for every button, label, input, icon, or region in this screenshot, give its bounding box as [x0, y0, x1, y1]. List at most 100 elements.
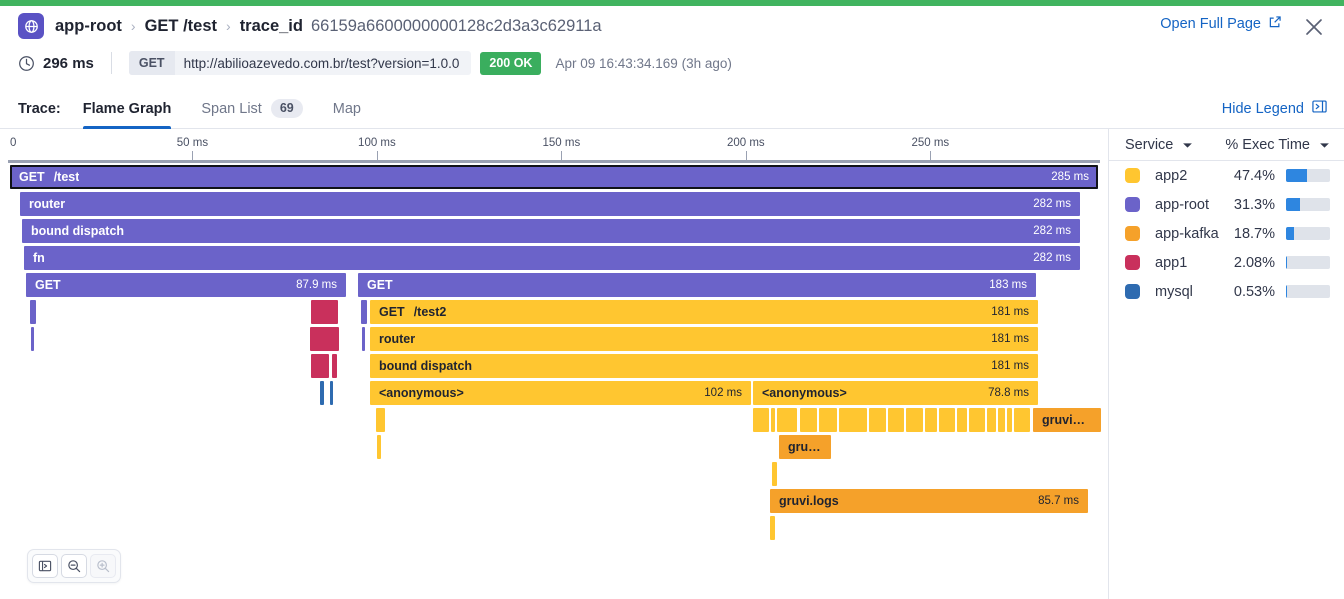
legend-row[interactable]: app-root 31.3%	[1109, 190, 1344, 219]
legend-row[interactable]: mysql 0.53%	[1109, 277, 1344, 306]
open-full-page-label: Open Full Page	[1160, 16, 1261, 32]
legend-col-service[interactable]: Service	[1125, 137, 1173, 153]
breadcrumb-operation[interactable]: GET /test	[145, 17, 217, 36]
chevron-down-icon-exec[interactable]	[1319, 136, 1330, 154]
clock-icon	[18, 55, 35, 72]
flamegraph-span[interactable]	[925, 408, 937, 432]
flamegraph-span[interactable]	[888, 408, 904, 432]
meta-divider	[110, 52, 112, 74]
panel-header: app-root › GET /test › trace_id 66159a66…	[0, 6, 1344, 46]
flamegraph-span[interactable]	[753, 408, 769, 432]
ruler-tick	[930, 151, 932, 160]
fit-to-screen-icon[interactable]	[32, 554, 58, 578]
flamegraph-span[interactable]	[998, 408, 1005, 432]
flamegraph-span[interactable]	[361, 300, 367, 324]
tab-map[interactable]: Map	[333, 88, 361, 129]
chevron-down-icon-service[interactable]	[1182, 136, 1193, 154]
flamegraph-span[interactable]: <anonymous> 102 ms	[370, 381, 751, 405]
flamegraph-span-label: gruvi…	[1042, 413, 1086, 427]
open-full-page-button[interactable]: Open Full Page	[1160, 15, 1282, 33]
flamegraph-span[interactable]	[777, 408, 797, 432]
legend-exec-bar-fill	[1286, 285, 1287, 298]
flamegraph-span[interactable]: gruvi.logs 85.7 ms	[770, 489, 1088, 513]
flamegraph-span[interactable]	[330, 381, 333, 405]
legend-row[interactable]: app-kafka 18.7%	[1109, 219, 1344, 248]
flamegraph-span[interactable]	[772, 462, 777, 486]
flamegraph-span-duration: 87.9 ms	[296, 279, 337, 291]
flamegraph-span[interactable]	[311, 354, 329, 378]
flamegraph-span[interactable]	[30, 300, 36, 324]
flamegraph-span[interactable]: GET/test2 181 ms	[370, 300, 1038, 324]
flamegraph-pane[interactable]: 0 50 ms 100 ms 150 ms 200 ms 250 ms GET/test 2…	[0, 129, 1108, 599]
ruler-tick-label: 250 ms	[911, 137, 950, 149]
legend-exec-bar	[1286, 169, 1330, 182]
legend-row[interactable]: app1 2.08%	[1109, 248, 1344, 277]
flamegraph-span[interactable]: bound dispatch 282 ms	[22, 219, 1080, 243]
flamegraph-span[interactable]	[362, 327, 365, 351]
legend-rows: app2 47.4% app-root 31.3% app-kafka 18.7% app1…	[1109, 161, 1344, 306]
flamegraph-span[interactable]	[311, 300, 338, 324]
flamegraph-span[interactable]: <anonymous> 78.8 ms	[753, 381, 1038, 405]
flamegraph-span[interactable]: fn 282 ms	[24, 246, 1080, 270]
flamegraph-span[interactable]	[987, 408, 996, 432]
tab-span-list[interactable]: Span List 69	[201, 88, 303, 129]
flamegraph-span-duration: 102 ms	[704, 387, 742, 399]
flamegraph-span[interactable]	[1007, 408, 1012, 432]
service-color-swatch	[1125, 168, 1140, 183]
flamegraph-span[interactable]	[771, 408, 775, 432]
legend-exec-percent: 47.4%	[1233, 167, 1275, 184]
flamegraph-span[interactable]: router 282 ms	[20, 192, 1080, 216]
flamegraph-span[interactable]: GET 183 ms	[358, 273, 1036, 297]
flamegraph-span[interactable]	[869, 408, 886, 432]
flamegraph-span[interactable]	[939, 408, 955, 432]
hide-legend-button[interactable]: Hide Legend	[1222, 99, 1327, 118]
flamegraph-span-duration: 282 ms	[1033, 252, 1071, 264]
flamegraph-span[interactable]	[839, 408, 867, 432]
flamegraph-span[interactable]	[957, 408, 967, 432]
flamegraph-span[interactable]: gru…	[779, 435, 831, 459]
status-badge: 200 OK	[480, 51, 542, 75]
flamegraph-span[interactable]: bound dispatch 181 ms	[370, 354, 1038, 378]
flamegraph-span[interactable]: GET/test 285 ms	[10, 165, 1098, 189]
legend-col-exec-time[interactable]: % Exec Time	[1225, 137, 1310, 153]
tab-flame-graph[interactable]: Flame Graph	[82, 88, 171, 129]
time-ruler: 0 50 ms 100 ms 150 ms 200 ms 250 ms	[0, 129, 1108, 163]
breadcrumb-trace-id[interactable]: 66159a6600000000128c2d3a3c62911a	[311, 17, 602, 36]
flamegraph-span[interactable]	[320, 381, 324, 405]
legend-exec-bar	[1286, 227, 1330, 240]
flamegraph-span-duration: 181 ms	[991, 306, 1029, 318]
trace-duration: 296 ms	[43, 54, 94, 72]
collapse-panel-icon	[1312, 99, 1327, 118]
flamegraph-span[interactable]: GET 87.9 ms	[26, 273, 346, 297]
service-color-swatch	[1125, 226, 1140, 241]
flamegraph-span[interactable]: gruvi…	[1033, 408, 1101, 432]
flamegraph-span[interactable]	[31, 327, 34, 351]
zoom-out-icon[interactable]	[61, 554, 87, 578]
flamegraph-span[interactable]	[377, 435, 381, 459]
breadcrumb-separator-2: ›	[226, 18, 231, 34]
flamegraph-bars[interactable]: GET/test 285 ms router 282 ms bound dispatch…	[0, 165, 1108, 599]
legend-exec-bar-fill	[1286, 198, 1300, 211]
flamegraph-span[interactable]	[770, 516, 775, 540]
flamegraph-span[interactable]	[800, 408, 817, 432]
ruler-tick-label: 200 ms	[726, 137, 765, 149]
close-button[interactable]	[1301, 14, 1327, 40]
flamegraph-span[interactable]	[969, 408, 985, 432]
hide-legend-label: Hide Legend	[1221, 100, 1304, 117]
breadcrumb-service[interactable]: app-root	[55, 17, 122, 36]
request-url-box[interactable]: GET http://abilioazevedo.com.br/test?ver…	[128, 51, 472, 75]
flamegraph-span[interactable]: router 181 ms	[370, 327, 1038, 351]
flamegraph-span[interactable]	[819, 408, 837, 432]
flamegraph-span-label: GET	[367, 278, 393, 292]
zoom-in-icon	[90, 554, 116, 578]
breadcrumb-separator-1: ›	[130, 18, 136, 34]
flamegraph-span[interactable]	[332, 354, 337, 378]
legend-row[interactable]: app2 47.4%	[1109, 161, 1344, 190]
flamegraph-span[interactable]	[310, 327, 339, 351]
ruler-tick	[561, 151, 563, 160]
flamegraph-span[interactable]	[1014, 408, 1030, 432]
flamegraph-span[interactable]	[906, 408, 923, 432]
flamegraph-span-label: GET/test	[19, 170, 80, 184]
span-count-badge: 69	[270, 99, 303, 118]
flamegraph-span[interactable]	[376, 408, 385, 432]
